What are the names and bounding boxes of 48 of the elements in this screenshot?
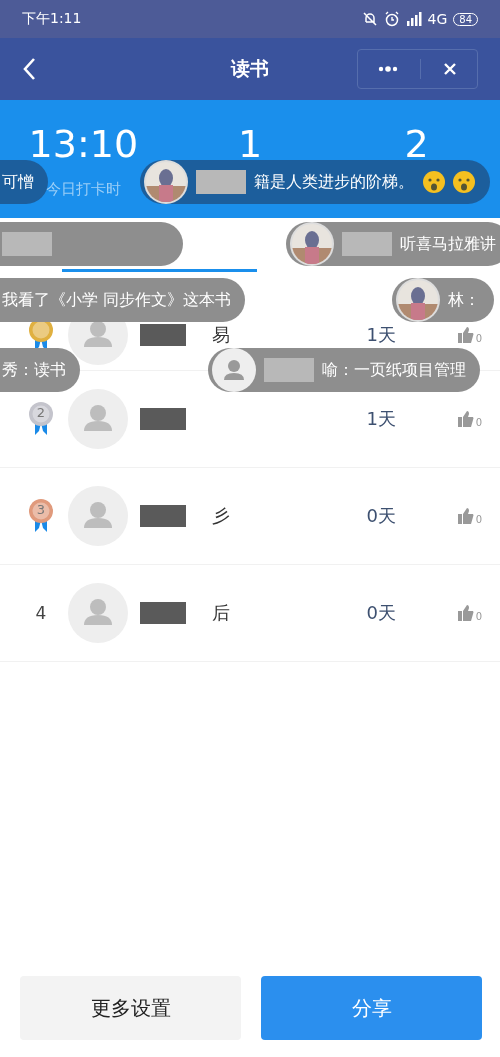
member-name: 彡 [212, 504, 230, 528]
close-icon[interactable] [443, 62, 457, 76]
back-icon[interactable] [22, 57, 36, 81]
redaction-block [196, 170, 246, 194]
avatar-icon [68, 583, 128, 643]
streak-days: 0天 [300, 601, 396, 625]
redaction-block [140, 602, 186, 624]
stat-value: 2 [404, 122, 429, 166]
redaction-block [140, 324, 186, 346]
rank-number: 4 [35, 603, 47, 623]
like-count: 0 [475, 417, 482, 428]
comment-text: 林： [448, 289, 480, 311]
thumbs-up-icon[interactable] [456, 507, 475, 525]
stat-value: 13:10 [28, 122, 139, 166]
like-count: 0 [475, 514, 482, 525]
redaction-block [2, 232, 52, 256]
thumbs-up-icon[interactable] [456, 604, 475, 622]
avatar-icon [68, 486, 128, 546]
stat-value: 1 [237, 122, 263, 166]
redaction-block [342, 232, 392, 256]
like-count: 0 [475, 611, 482, 622]
redaction-block [140, 505, 186, 527]
comment-text: 可憎 [2, 171, 34, 193]
member-name: 后 [212, 601, 230, 625]
signal-icon [405, 12, 422, 26]
member-name: 易 [212, 323, 230, 347]
comment-text: 听喜马拉雅讲 [400, 233, 496, 255]
streak-days: 0天 [300, 504, 396, 528]
avatar-icon [68, 389, 128, 449]
comment-text: 秀：读书 [2, 359, 66, 381]
thumbs-up-icon[interactable] [456, 410, 475, 428]
like-count: 0 [475, 333, 482, 344]
status-time: 下午1:11 [22, 10, 82, 28]
stat-label: 今日打卡时 [45, 180, 121, 199]
more-icon[interactable] [378, 66, 398, 72]
comment-text: 籍是人类进步的阶梯。 [254, 171, 414, 193]
thumbs-up-icon[interactable] [456, 326, 475, 344]
settings-button[interactable]: 更多设置 [20, 976, 241, 1040]
redaction-block [140, 408, 186, 430]
streak-days: 1天 [300, 323, 396, 347]
comment-text: 我看了《小学 同步作文》这本书 [2, 289, 232, 311]
alarm-icon [383, 11, 400, 27]
network-type: 4G [427, 11, 448, 27]
redaction-block [264, 358, 314, 382]
streak-days: 1天 [300, 407, 396, 431]
comment-text: 喻：一页纸项目管理 [322, 359, 466, 381]
mute-bell-icon [361, 11, 378, 27]
page-title: 读书 [231, 56, 269, 81]
